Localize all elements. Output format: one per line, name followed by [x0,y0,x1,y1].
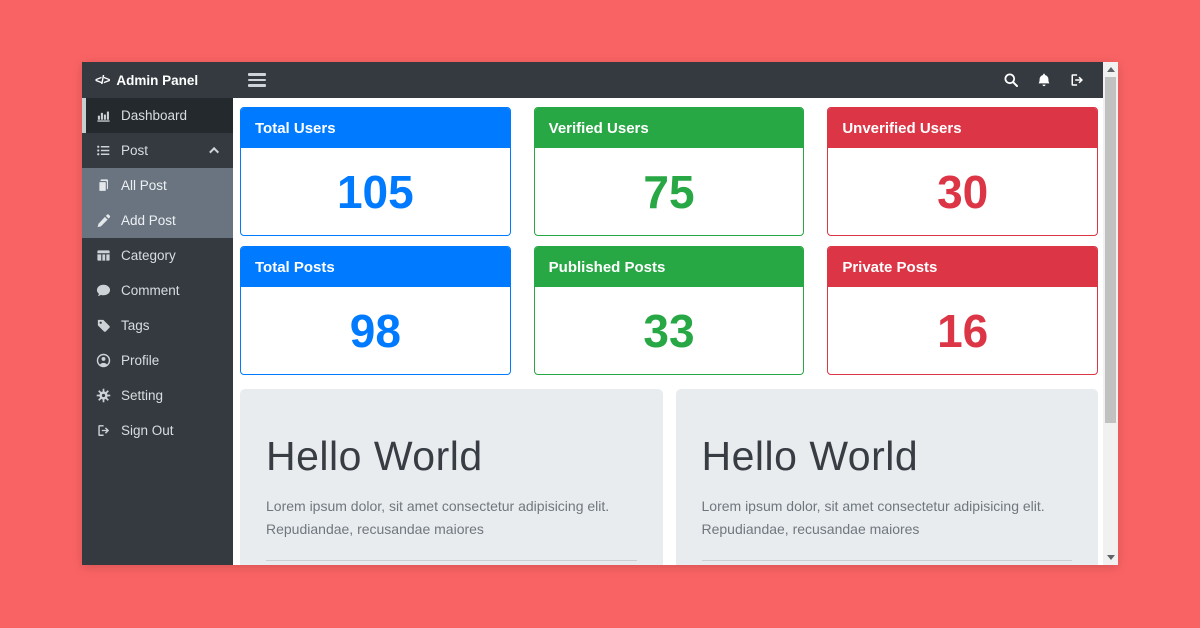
sidebar-item-label: Profile [121,353,159,368]
bell-icon[interactable] [1032,68,1056,92]
table-icon [95,248,111,264]
divider [266,560,637,561]
scroll-down-arrow[interactable] [1103,550,1118,565]
sign-out-icon [95,423,111,439]
sign-out-icon[interactable] [1065,68,1089,92]
files-icon [95,178,111,194]
sidebar-item-dashboard[interactable]: Dashboard [82,98,233,133]
sidebar-item-sign-out[interactable]: Sign Out [82,413,233,448]
sidebar-item-label: Category [121,248,176,263]
sidebar-item-label: Sign Out [121,423,174,438]
sidebar-item-label: Add Post [121,213,176,228]
stat-card-title: Private Posts [828,247,1097,287]
tag-icon [95,318,111,334]
jumbotron-row: Hello World Lorem ipsum dolor, sit amet … [240,389,1098,565]
sidebar-item-tags[interactable]: Tags [82,308,233,343]
stats-row-2: Total Posts 98 Published Posts 33 Privat… [240,246,1098,375]
sidebar-item-label: Tags [121,318,150,333]
sidebar-item-label: Post [121,143,148,158]
scrollbar-thumb[interactable] [1105,77,1116,423]
sidebar-item-add-post[interactable]: Add Post [82,203,233,238]
code-icon: </> [95,73,109,87]
stat-card-private-posts: Private Posts 16 [827,246,1098,375]
stat-card-published-posts: Published Posts 33 [534,246,805,375]
stat-card-unverified-users: Unverified Users 30 [827,107,1098,236]
search-icon[interactable] [999,68,1023,92]
stat-card-value: 30 [828,148,1097,236]
jumbotron-text: Lorem ipsum dolor, sit amet consectetur … [266,495,637,541]
list-icon [95,143,111,159]
pencil-icon [95,213,111,229]
sidebar-item-label: Setting [121,388,163,403]
chevron-up-icon [209,147,219,157]
stat-card-total-posts: Total Posts 98 [240,246,511,375]
sidebar-item-label: All Post [121,178,167,193]
stat-card-value: 16 [828,287,1097,375]
main-column: </> Admin Panel [82,62,1103,565]
stat-card-title: Published Posts [535,247,804,287]
sidebar-item-comment[interactable]: Comment [82,273,233,308]
stat-card-total-users: Total Users 105 [240,107,511,236]
stat-card-title: Total Posts [241,247,510,287]
jumbotron-text: Lorem ipsum dolor, sit amet consectetur … [702,495,1073,541]
stat-card-title: Unverified Users [828,108,1097,148]
stat-card-value: 33 [535,287,804,375]
person-circle-icon [95,353,111,369]
chat-icon [95,283,111,299]
divider [702,560,1073,561]
sidebar-item-label: Dashboard [121,108,187,123]
scroll-up-arrow[interactable] [1103,62,1118,77]
sidebar-item-post[interactable]: Post [82,133,233,168]
stats-row-1: Total Users 105 Verified Users 75 Unveri… [240,107,1098,236]
admin-panel-window: </> Admin Panel [82,62,1118,565]
sidebar-item-label: Comment [121,283,180,298]
stat-card-value: 98 [241,287,510,375]
jumbotron-left: Hello World Lorem ipsum dolor, sit amet … [240,389,663,565]
gear-icon [95,388,111,404]
bar-chart-icon [95,108,111,124]
stat-card-value: 75 [535,148,804,236]
sidebar-item-profile[interactable]: Profile [82,343,233,378]
stat-card-title: Total Users [241,108,510,148]
sidebar-item-category[interactable]: Category [82,238,233,273]
top-navbar: </> Admin Panel [82,62,1103,98]
stat-card-title: Verified Users [535,108,804,148]
hamburger-menu-icon[interactable] [244,69,270,90]
jumbotron-heading: Hello World [266,433,637,480]
jumbotron-heading: Hello World [702,433,1073,480]
vertical-scrollbar[interactable] [1103,62,1118,565]
stat-card-value: 105 [241,148,510,236]
dashboard-content: Total Users 105 Verified Users 75 Unveri… [233,98,1103,565]
jumbotron-right: Hello World Lorem ipsum dolor, sit amet … [676,389,1099,565]
sidebar-item-all-post[interactable]: All Post [82,168,233,203]
stat-card-verified-users: Verified Users 75 [534,107,805,236]
sidebar-item-setting[interactable]: Setting [82,378,233,413]
window-body: Dashboard Post [82,98,1103,565]
brand[interactable]: </> Admin Panel [82,73,233,88]
brand-title: Admin Panel [116,73,198,88]
topbar-actions [999,68,1089,92]
sidebar: Dashboard Post [82,98,233,565]
